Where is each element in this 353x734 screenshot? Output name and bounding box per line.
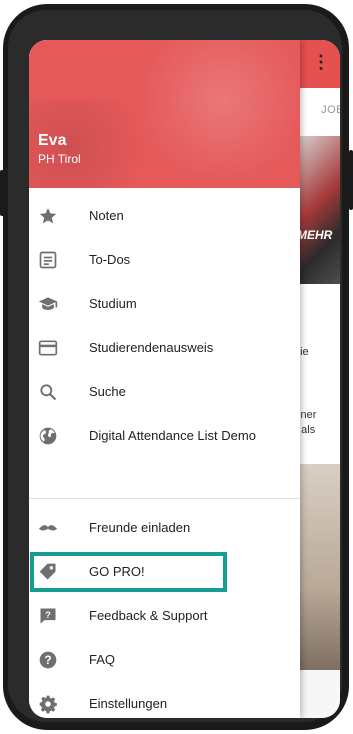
power-button: [349, 150, 353, 210]
search-icon: [38, 382, 58, 402]
profile-name: Eva: [38, 132, 67, 149]
menu-item-label: Studium: [89, 296, 137, 311]
menu-divider: [29, 498, 300, 499]
menu-item-label: To-Dos: [89, 252, 131, 267]
menu-item-label: Noten: [89, 208, 124, 223]
menu-item-label: FAQ: [89, 652, 116, 667]
menu-item-label: Digital Attendance List Demo: [89, 428, 256, 443]
phone-frame: ⋮ JOB MEHR die ienerg als Eva PH Tirol: [0, 0, 353, 734]
menu-item-noten[interactable]: Noten: [29, 194, 300, 238]
menu-item-faq[interactable]: ? FAQ: [29, 638, 300, 682]
tab-job[interactable]: JOB: [321, 104, 340, 116]
help-circle-icon: ?: [38, 650, 58, 670]
screen: ⋮ JOB MEHR die ienerg als Eva PH Tirol: [29, 40, 340, 718]
go-pro-highlight-box: [30, 552, 227, 592]
menu-item-studierendenausweis[interactable]: Studierendenausweis: [29, 326, 300, 370]
menu-item-label: Suche: [89, 384, 126, 399]
menu-item-label: Einstellungen: [89, 696, 168, 711]
menu-item-attendance[interactable]: Digital Attendance List Demo: [29, 414, 300, 458]
menu-item-label: Feedback & Support: [89, 608, 208, 623]
menu-item-feedback[interactable]: ? Feedback & Support: [29, 594, 300, 638]
menu-item-todos[interactable]: To-Dos: [29, 238, 300, 282]
profile-school: PH Tirol: [38, 152, 81, 166]
note-list-icon: [38, 250, 58, 270]
feedback-icon: ?: [38, 606, 58, 626]
globe-icon: [38, 426, 58, 446]
drawer-header[interactable]: Eva PH Tirol: [29, 40, 300, 188]
volume-button: [0, 170, 4, 216]
menu-item-studium[interactable]: Studium: [29, 282, 300, 326]
menu-item-label: Studierendenausweis: [89, 340, 214, 355]
graduation-cap-icon: [38, 294, 58, 314]
svg-text:?: ?: [45, 610, 51, 620]
menu-item-suche[interactable]: Suche: [29, 370, 300, 414]
svg-text:?: ?: [44, 654, 51, 667]
menu-item-label: Freunde einladen: [89, 520, 191, 535]
star-icon: [38, 206, 58, 226]
menu-item-freunde-einladen[interactable]: Freunde einladen: [29, 506, 300, 550]
mustache-icon: [38, 518, 58, 538]
navigation-drawer: Eva PH Tirol Noten To-Dos Studium Studie…: [29, 40, 300, 718]
more-options-icon[interactable]: ⋮: [312, 52, 330, 73]
menu-item-einstellungen[interactable]: Einstellungen: [29, 682, 300, 718]
news-image-caption: MEHR: [297, 228, 333, 242]
credit-card-icon: [38, 338, 58, 358]
gear-icon: [38, 694, 58, 714]
